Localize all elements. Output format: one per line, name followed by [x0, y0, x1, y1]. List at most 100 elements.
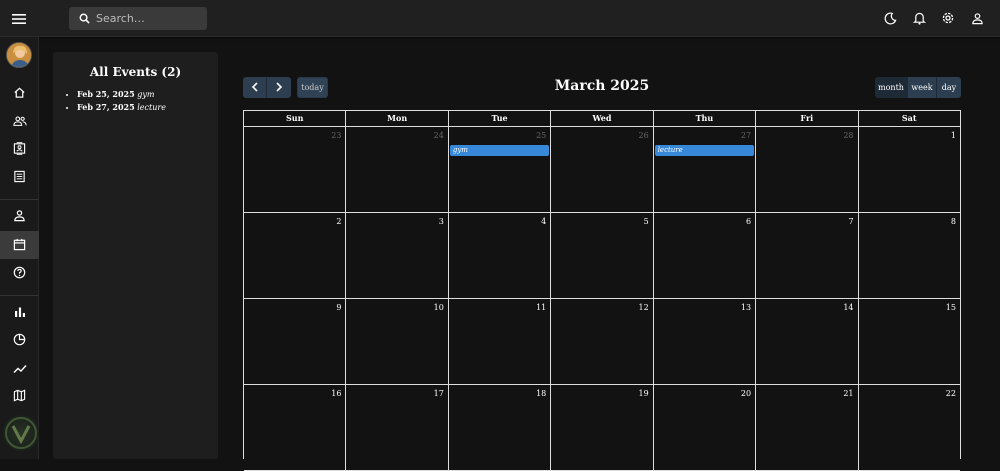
day-cell[interactable]: 21 [756, 385, 859, 470]
view-month-button[interactable]: month [875, 77, 908, 98]
day-cell[interactable]: 27 lecture [654, 127, 757, 212]
sidebar-item-home[interactable] [0, 80, 39, 106]
sidebar-item-bar-chart[interactable] [0, 299, 39, 325]
day-cell[interactable]: 28 [756, 127, 859, 212]
day-cell[interactable]: 10 [346, 299, 449, 384]
moon-icon[interactable] [881, 9, 899, 27]
day-cell[interactable]: 22 [859, 385, 960, 470]
day-number[interactable]: 13 [741, 303, 751, 312]
day-number[interactable]: 20 [741, 389, 751, 398]
day-cell[interactable]: 19 [551, 385, 654, 470]
sidebar-item-map[interactable] [0, 383, 39, 409]
day-cell[interactable]: 15 [859, 299, 960, 384]
day-number[interactable]: 3 [439, 217, 444, 226]
day-cell[interactable]: 3 [346, 213, 449, 298]
day-cell[interactable]: 12 [551, 299, 654, 384]
day-cell[interactable]: 1 [859, 127, 960, 212]
day-cell[interactable]: 14 [756, 299, 859, 384]
sidebar-item-profile[interactable] [0, 203, 39, 229]
day-cell[interactable]: 26 [551, 127, 654, 212]
day-number[interactable]: 12 [639, 303, 649, 312]
next-button[interactable] [267, 77, 291, 98]
day-number[interactable]: 19 [639, 389, 649, 398]
prev-button[interactable] [243, 77, 267, 98]
day-number[interactable]: 5 [644, 217, 649, 226]
calendar-toolbar: today March 2025 month week day [243, 77, 961, 99]
day-number[interactable]: 27 [741, 131, 751, 140]
weekday-header: Thu [654, 111, 757, 126]
day-number[interactable]: 15 [946, 303, 956, 312]
day-cell[interactable]: 8 [859, 213, 960, 298]
sidebar-item-team[interactable] [0, 108, 39, 134]
weekday-header: Sun [244, 111, 347, 126]
day-cell[interactable]: 2 [244, 213, 347, 298]
view-week-button[interactable]: week [908, 77, 937, 98]
gear-icon[interactable] [939, 9, 957, 27]
day-number[interactable]: 6 [746, 217, 751, 226]
day-cell[interactable]: 13 [654, 299, 757, 384]
day-cell[interactable]: 18 [449, 385, 552, 470]
sidebar-item-line-chart[interactable] [0, 355, 39, 381]
search-icon [79, 9, 90, 28]
sidebar-item-contacts[interactable] [0, 136, 39, 162]
day-cell[interactable]: 23 [244, 127, 347, 212]
day-number[interactable]: 17 [434, 389, 444, 398]
week-row: 23 24 25 gym 26 27 lecture 28 1 [244, 127, 960, 213]
search-box[interactable] [69, 7, 207, 30]
day-cell[interactable]: 4 [449, 213, 552, 298]
team-icon [12, 112, 27, 131]
menu-icon[interactable] [8, 8, 30, 30]
user-icon[interactable] [968, 9, 986, 27]
sidebar-divider [0, 199, 38, 200]
day-number[interactable]: 22 [946, 389, 956, 398]
day-number[interactable]: 1 [951, 131, 956, 140]
day-number[interactable]: 28 [843, 131, 853, 140]
list-item[interactable]: Feb 25, 2025 gym [77, 88, 218, 101]
sidebar-item-calendar[interactable] [0, 231, 39, 259]
day-number[interactable]: 10 [434, 303, 444, 312]
sidebar-item-help[interactable] [0, 260, 39, 286]
events-list: Feb 25, 2025 gym Feb 27, 2025 lecture [53, 88, 218, 114]
day-number[interactable]: 26 [639, 131, 649, 140]
map-icon [13, 387, 26, 406]
day-number[interactable]: 14 [843, 303, 853, 312]
day-number[interactable]: 23 [331, 131, 341, 140]
bell-icon[interactable] [910, 9, 928, 27]
day-cell[interactable]: 7 [756, 213, 859, 298]
day-number[interactable]: 18 [536, 389, 546, 398]
events-title: All Events (2) [89, 65, 182, 79]
day-number[interactable]: 7 [848, 217, 853, 226]
day-number[interactable]: 16 [331, 389, 341, 398]
sidebar-item-pie-chart[interactable] [0, 327, 39, 353]
day-cell[interactable]: 17 [346, 385, 449, 470]
day-number[interactable]: 21 [843, 389, 853, 398]
day-number[interactable]: 8 [951, 217, 956, 226]
day-cell[interactable]: 20 [654, 385, 757, 470]
day-cell[interactable]: 16 [244, 385, 347, 470]
day-number[interactable]: 11 [536, 303, 546, 312]
day-number[interactable]: 4 [541, 217, 546, 226]
day-number[interactable]: 25 [536, 131, 546, 140]
day-cell[interactable]: 25 gym [449, 127, 552, 212]
calendar-event[interactable]: gym [449, 145, 550, 156]
today-button[interactable]: today [297, 77, 328, 98]
day-number[interactable]: 9 [336, 303, 341, 312]
day-cell[interactable]: 5 [551, 213, 654, 298]
search-input[interactable] [96, 12, 196, 25]
day-number[interactable]: 2 [336, 217, 341, 226]
day-cell[interactable]: 24 [346, 127, 449, 212]
day-number[interactable]: 24 [434, 131, 444, 140]
sidebar-divider [0, 295, 38, 296]
list-item[interactable]: Feb 27, 2025 lecture [77, 101, 218, 114]
sidebar-item-invoices[interactable] [0, 164, 39, 190]
view-day-button[interactable]: day [937, 77, 961, 98]
day-cell[interactable]: 11 [449, 299, 552, 384]
avatar[interactable] [6, 42, 32, 68]
day-cell[interactable]: 9 [244, 299, 347, 384]
calendar-grid: Sun Mon Tue Wed Thu Fri Sat 23 24 25 gym 26 27 lectu… [243, 110, 961, 471]
day-cell[interactable]: 6 [654, 213, 757, 298]
view-switcher: month week day [875, 77, 961, 98]
invoices-icon [13, 168, 26, 187]
event-date: Feb 27, 2025 [77, 102, 135, 112]
calendar-event[interactable]: lecture [654, 145, 755, 156]
